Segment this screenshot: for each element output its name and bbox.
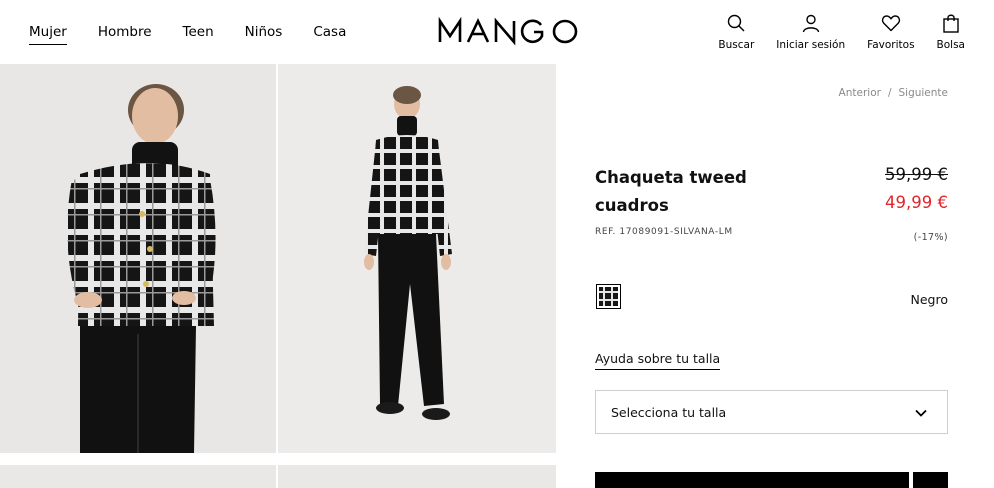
size-help-link[interactable]: Ayuda sobre tu talla xyxy=(595,351,721,370)
nav-item-teen[interactable]: Teen xyxy=(183,24,214,45)
search-button[interactable]: Buscar xyxy=(718,13,754,51)
product-gallery xyxy=(0,64,556,488)
login-label: Iniciar sesión xyxy=(776,39,846,51)
add-to-favorites-button[interactable] xyxy=(913,472,948,488)
search-label: Buscar xyxy=(718,39,755,51)
model-closeup-illustration xyxy=(67,84,216,453)
nav-item-casa[interactable]: Casa xyxy=(313,24,346,45)
pager-separator: / xyxy=(887,87,892,99)
color-swatch-negro[interactable] xyxy=(596,284,621,309)
size-select[interactable]: Selecciona tu talla xyxy=(595,390,948,434)
bag-label: Bolsa xyxy=(936,39,965,51)
previous-link[interactable]: Anterior xyxy=(839,87,881,99)
product-photo-fullbody[interactable] xyxy=(278,64,556,453)
login-button[interactable]: Iniciar sesión xyxy=(776,13,845,51)
search-icon xyxy=(728,14,745,32)
header-actions: Buscar Iniciar sesión Favoritos Bolsa xyxy=(696,13,965,51)
add-to-bag-button[interactable] xyxy=(595,472,909,488)
product-photo-3[interactable] xyxy=(0,465,276,488)
selected-color-name: Negro xyxy=(910,292,949,307)
model-fullbody-illustration xyxy=(364,86,452,420)
bag-icon xyxy=(943,14,959,33)
nav-item-ninos[interactable]: Niños xyxy=(245,24,283,45)
original-price: 59,99 € xyxy=(885,165,948,184)
discount-badge: (-17%) xyxy=(913,232,948,243)
favorites-button[interactable]: Favoritos xyxy=(867,13,915,51)
user-icon xyxy=(802,14,819,33)
product-title: Chaqueta tweed cuadros xyxy=(595,168,747,215)
product-reference: REF. 17089091-SILVANA-LM xyxy=(595,227,733,237)
main-nav: Mujer Hombre Teen Niños Casa xyxy=(29,24,377,45)
favorites-label: Favoritos xyxy=(867,39,915,51)
plaid-swatch-icon xyxy=(599,287,618,306)
chevron-down-icon xyxy=(915,409,927,417)
next-link[interactable]: Siguiente xyxy=(898,87,948,99)
nav-item-hombre[interactable]: Hombre xyxy=(98,24,152,45)
mango-logo[interactable] xyxy=(438,16,580,46)
product-photo-closeup[interactable] xyxy=(0,64,276,453)
heart-icon xyxy=(881,15,900,32)
sale-price: 49,99 € xyxy=(885,193,948,212)
bag-button[interactable]: Bolsa xyxy=(937,13,965,51)
product-photo-4[interactable] xyxy=(278,465,556,488)
size-select-label: Selecciona tu talla xyxy=(611,405,727,420)
mango-logo-wordmark xyxy=(438,16,578,46)
product-pager: Anterior / Siguiente xyxy=(839,87,948,99)
site-header: Mujer Hombre Teen Niños Casa Buscar Inic… xyxy=(0,0,994,64)
nav-item-mujer[interactable]: Mujer xyxy=(29,24,67,45)
